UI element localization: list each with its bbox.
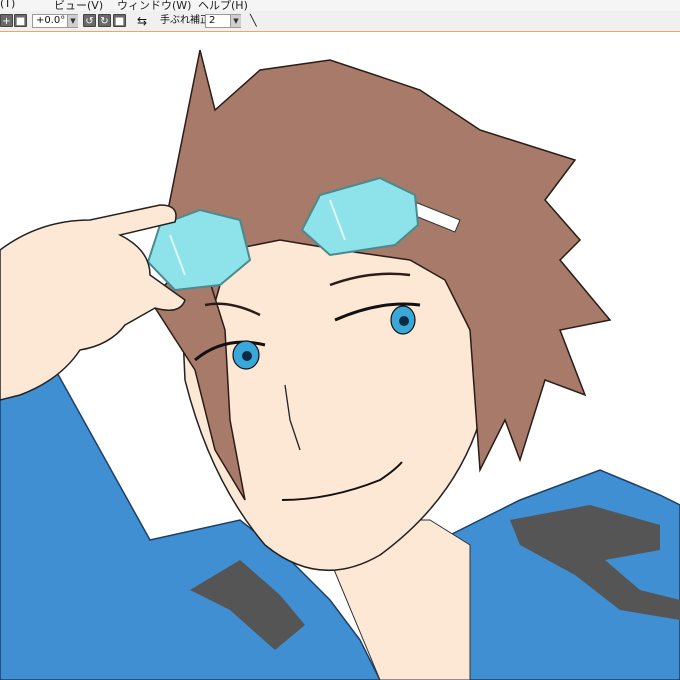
illustration [0,49,680,680]
pupil-left [242,351,252,361]
stabilizer-label: 手ぶれ補正 [160,15,210,26]
pupil-right [399,316,409,326]
jacket-right [439,469,680,680]
square-icon[interactable]: ■ [14,14,27,27]
stabilizer-value: 2 [209,15,216,26]
rotate-right-icon[interactable]: ↻ [98,14,111,27]
rotation-angle-value: +0.0° [36,15,66,26]
rotate-left-icon[interactable]: ↺ [83,14,96,27]
toolbar: + ■ +0.0° ▼ ↺ ↻ ■ ⇆ 手ぶれ補正 2 ▼ ╲ [0,11,680,32]
line-tool-icon[interactable]: ╲ [250,14,257,28]
chevron-down-icon[interactable]: ▼ [230,15,241,27]
plus-icon[interactable]: + [0,14,13,27]
drawing-canvas[interactable] [0,32,680,680]
menu-tool[interactable]: (T) [0,0,15,10]
flip-horizontal-icon[interactable]: ⇆ [137,14,147,28]
chevron-down-icon[interactable]: ▼ [67,15,78,27]
reset-rotation-icon[interactable]: ■ [113,14,126,27]
